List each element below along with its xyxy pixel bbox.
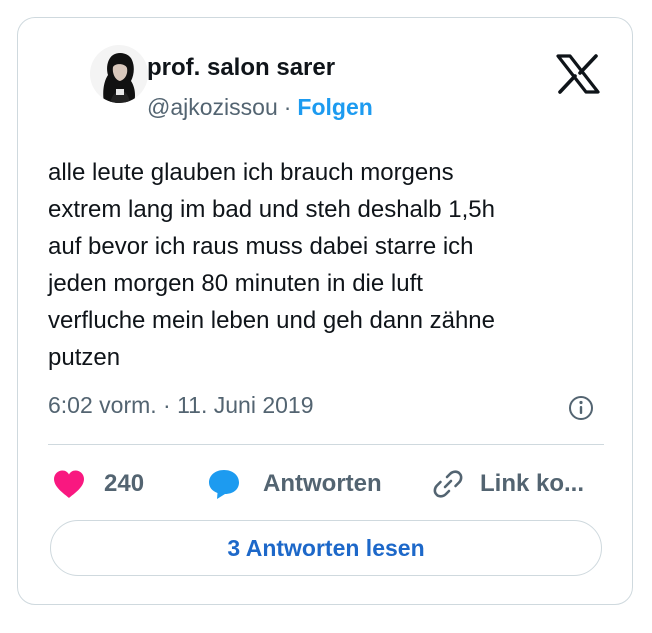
- like-button[interactable]: 240: [52, 466, 144, 502]
- tweet-timestamp[interactable]: 6:02 vorm. · 11. Juni 2019: [48, 392, 314, 419]
- link-icon: [433, 470, 463, 498]
- tweet-line: putzen: [48, 344, 121, 371]
- reply-label: Antworten: [263, 470, 382, 497]
- tweet-line: auf bevor ich raus muss dabei starre ich: [48, 233, 474, 260]
- reply-button[interactable]: Antworten: [207, 466, 382, 502]
- divider: [48, 444, 604, 445]
- tweet-line: verfluche mein leben und geh dann zähne: [48, 307, 495, 334]
- author-name[interactable]: prof. salon sarer: [147, 54, 335, 82]
- link-label: Link ko...: [480, 470, 585, 497]
- separator-dot: ·: [283, 94, 292, 120]
- read-replies-button[interactable]: 3 Antworten lesen: [50, 520, 602, 576]
- author-handle[interactable]: @ajkozissou: [147, 94, 278, 120]
- speech-bubble-icon: [209, 470, 239, 499]
- like-count: 240: [104, 470, 145, 497]
- x-logo-icon[interactable]: [556, 54, 600, 94]
- avatar[interactable]: [90, 45, 148, 103]
- follow-link[interactable]: Folgen: [297, 94, 372, 120]
- tweet-line: jeden morgen 80 minuten in die luft: [48, 270, 423, 297]
- tweet-line: extrem lang im bad und steh deshalb 1,5h: [48, 196, 495, 223]
- author-handle-row: @ajkozissou · Folgen: [147, 94, 373, 121]
- info-icon[interactable]: [567, 394, 595, 422]
- tweet-text: alle leute glauben ich brauch morgens ex…: [48, 154, 608, 376]
- copy-link-button[interactable]: Link ko...: [432, 466, 584, 502]
- heart-icon: [54, 470, 84, 498]
- tweet-card: prof. salon sarer @ajkozissou · Folgen all…: [17, 17, 633, 605]
- tweet-line: alle leute glauben ich brauch morgens: [48, 159, 454, 186]
